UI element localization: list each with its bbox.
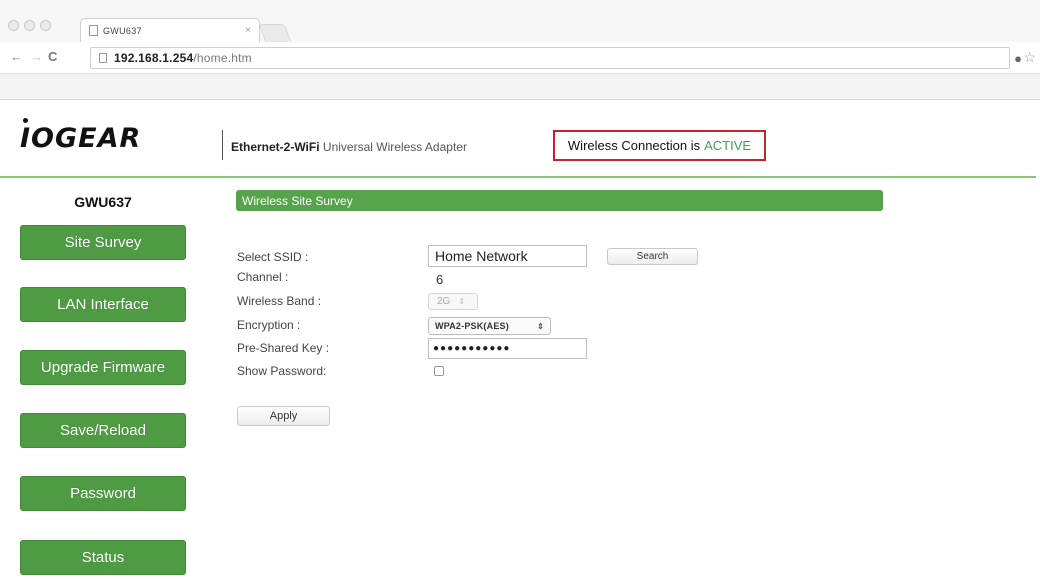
bulb-icon[interactable]: ● bbox=[1014, 51, 1022, 66]
browser-tab[interactable]: GWU637 × bbox=[80, 18, 260, 42]
show-password-label: Show Password: bbox=[237, 364, 327, 378]
save-reload-button[interactable]: Save/Reload bbox=[20, 413, 186, 448]
new-tab-button[interactable] bbox=[258, 24, 292, 42]
status-value: ACTIVE bbox=[704, 138, 752, 153]
device-name: GWU637 bbox=[74, 194, 132, 210]
url-path: /home.htm bbox=[193, 51, 252, 65]
tab-title: GWU637 bbox=[103, 25, 142, 36]
encryption-value: WPA2-PSK(AES) bbox=[435, 321, 509, 331]
browser-chrome: GWU637 × ← → C 192.168.1.254 /home.htm ●… bbox=[0, 0, 1040, 100]
channel-label: Channel : bbox=[237, 270, 289, 284]
password-button[interactable]: Password bbox=[20, 476, 186, 511]
address-bar[interactable]: 192.168.1.254 /home.htm bbox=[90, 47, 1010, 69]
window-controls bbox=[8, 20, 51, 31]
product-title-bold: Ethernet-2-WiFi bbox=[231, 140, 320, 154]
header-rule bbox=[0, 176, 1036, 178]
upgrade-firmware-button[interactable]: Upgrade Firmware bbox=[20, 350, 186, 385]
maximize-window-icon[interactable] bbox=[40, 20, 51, 31]
product-title-rest: Universal Wireless Adapter bbox=[319, 140, 467, 154]
tab-strip: GWU637 × bbox=[0, 0, 1040, 42]
iogear-logo: IOGEAR bbox=[20, 118, 142, 154]
section-title: Wireless Site Survey bbox=[236, 190, 883, 211]
band-value: 2G bbox=[437, 296, 451, 307]
forward-icon[interactable]: → bbox=[30, 50, 43, 64]
search-button[interactable]: Search bbox=[607, 248, 698, 265]
connection-status-badge: Wireless Connection is ACTIVE bbox=[553, 130, 766, 161]
url-page-icon bbox=[99, 53, 107, 63]
psk-label: Pre-Shared Key : bbox=[237, 341, 330, 355]
reload-icon[interactable]: C bbox=[48, 50, 57, 64]
url-host: 192.168.1.254 bbox=[114, 51, 194, 65]
logo-text: IOGEAR bbox=[20, 123, 142, 154]
encryption-select[interactable]: WPA2-PSK(AES) ⇕ bbox=[428, 317, 551, 335]
close-window-icon[interactable] bbox=[8, 20, 19, 31]
product-title: Ethernet-2-WiFi Universal Wireless Adapt… bbox=[231, 140, 467, 154]
back-icon[interactable]: ← bbox=[10, 50, 23, 64]
channel-value: 6 bbox=[436, 272, 444, 287]
pre-shared-key-input[interactable]: ●●●●●●●●●●● bbox=[428, 338, 587, 359]
band-label: Wireless Band : bbox=[237, 294, 322, 308]
page-icon bbox=[89, 25, 98, 36]
show-password-checkbox[interactable] bbox=[434, 366, 444, 376]
ssid-label: Select SSID : bbox=[237, 250, 309, 264]
minimize-window-icon[interactable] bbox=[24, 20, 35, 31]
header-divider bbox=[222, 130, 223, 160]
psk-masked-value: ●●●●●●●●●●● bbox=[433, 343, 511, 354]
lan-interface-button[interactable]: LAN Interface bbox=[20, 287, 186, 322]
tab-close-icon[interactable]: × bbox=[245, 25, 251, 36]
select-arrows-icon: ⇕ bbox=[537, 321, 544, 331]
site-survey-button[interactable]: Site Survey bbox=[20, 225, 186, 260]
encryption-label: Encryption : bbox=[237, 318, 301, 332]
wireless-band-select[interactable]: 2G ⇕ bbox=[428, 293, 478, 310]
star-icon[interactable]: ☆ bbox=[1023, 49, 1036, 66]
ssid-input[interactable] bbox=[428, 245, 587, 267]
select-arrows-icon: ⇕ bbox=[458, 297, 466, 306]
status-prefix: Wireless Connection is bbox=[567, 138, 701, 153]
browser-toolbar: ← → C 192.168.1.254 /home.htm ● ☆ bbox=[0, 42, 1040, 74]
apply-button[interactable]: Apply bbox=[237, 406, 330, 426]
status-button[interactable]: Status bbox=[20, 540, 186, 575]
logo-dot bbox=[23, 118, 28, 123]
